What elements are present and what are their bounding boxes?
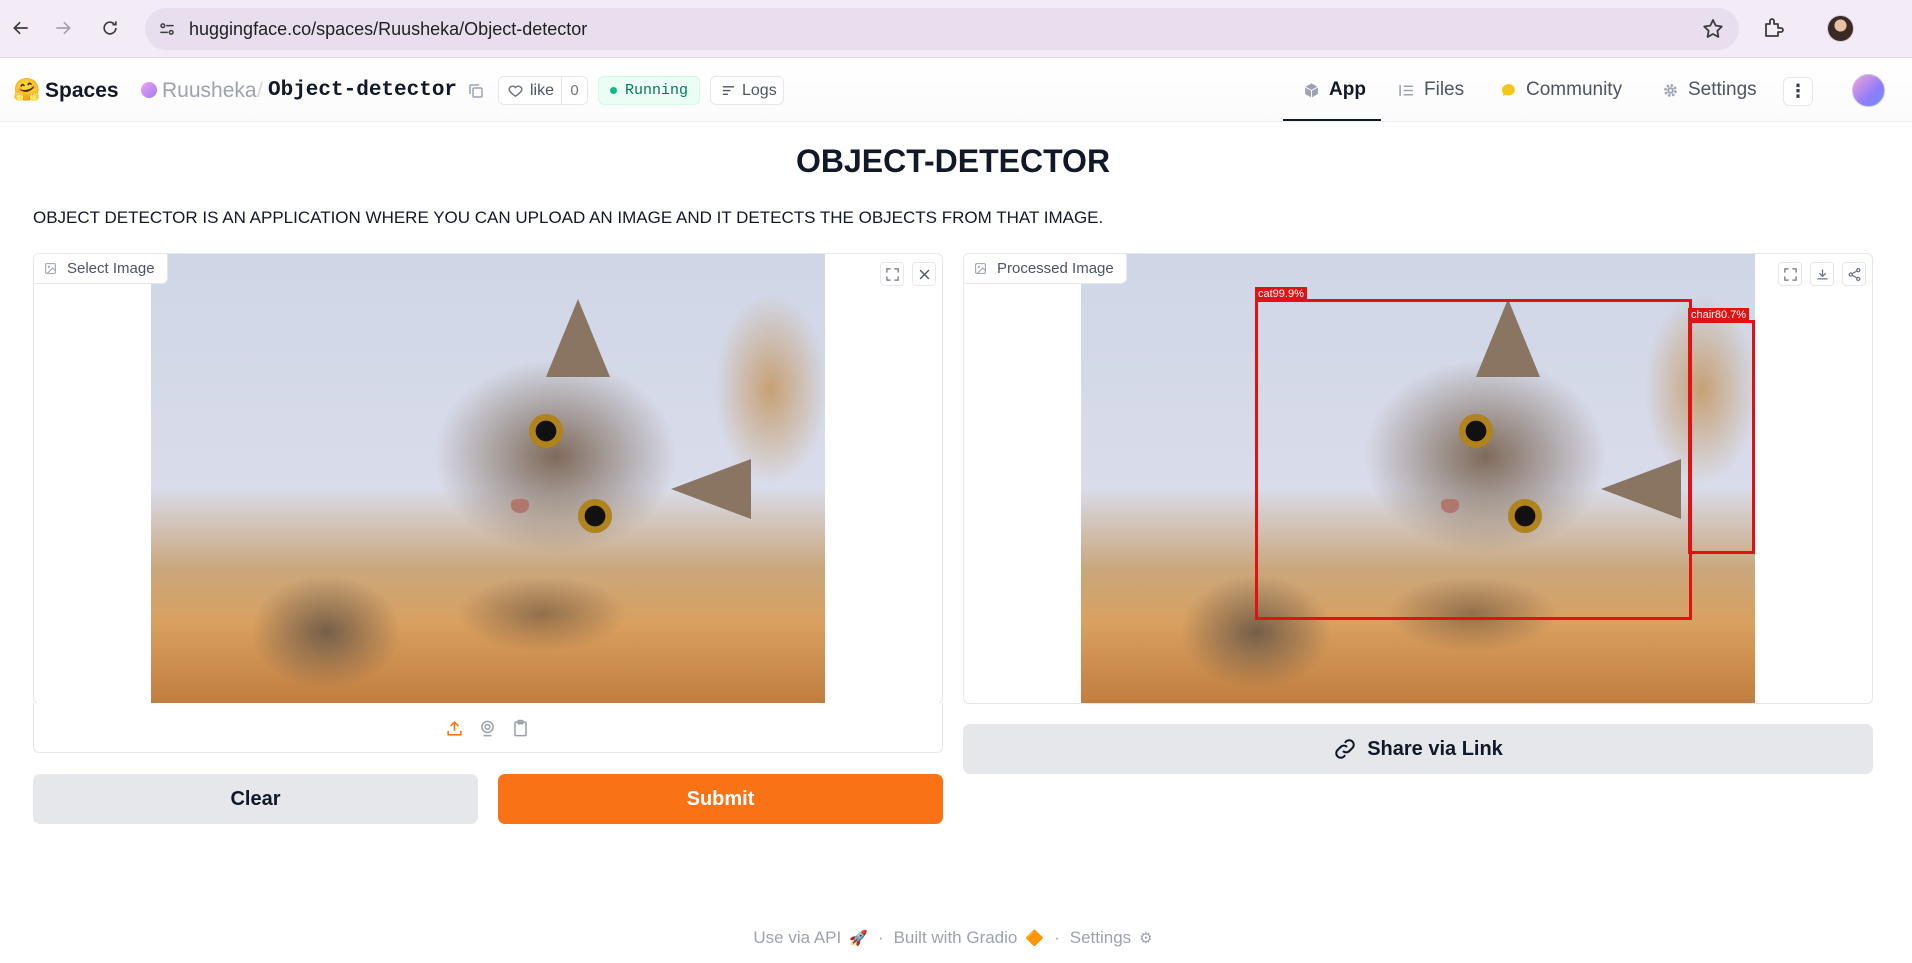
fullscreen-button[interactable] <box>880 262 904 286</box>
use-via-api-link[interactable]: Use via API <box>753 928 841 948</box>
input-image-label: Select Image <box>34 254 168 284</box>
rocket-icon: 🚀 <box>849 930 868 947</box>
webcam-icon <box>480 720 494 736</box>
reload-button[interactable] <box>95 13 125 43</box>
webcam-button[interactable] <box>477 718 497 738</box>
logs-icon <box>722 86 735 95</box>
bookmark-star-icon[interactable] <box>1701 17 1725 41</box>
logs-label: Logs <box>742 81 777 99</box>
input-image-panel[interactable]: Select Image <box>33 253 943 704</box>
output-image-panel: Processed Image cat99.9% chair80.7% <box>963 253 1873 704</box>
paste-clipboard-button[interactable] <box>510 718 530 738</box>
detection-box-chair: chair80.7% <box>1688 308 1755 554</box>
active-tab-indicator <box>1283 119 1381 121</box>
browser-profile-avatar[interactable] <box>1827 15 1854 42</box>
more-options-button[interactable]: ⋮ <box>1783 77 1813 106</box>
like-button[interactable]: like 0 <box>498 76 588 105</box>
spaces-link[interactable]: Spaces <box>45 79 119 103</box>
status-text: Running <box>625 82 689 99</box>
tab-community[interactable]: Community <box>1500 58 1622 122</box>
site-settings-icon[interactable] <box>155 17 179 41</box>
detection-label-cat: cat99.9% <box>1255 287 1307 301</box>
output-panel-tools <box>1778 262 1866 286</box>
heart-icon <box>508 85 523 97</box>
tab-files-label: Files <box>1424 79 1465 100</box>
copy-icon[interactable] <box>467 82 485 100</box>
upload-button[interactable] <box>444 718 464 738</box>
tab-files[interactable]: Files <box>1398 58 1464 122</box>
image-source-bar <box>33 703 943 753</box>
arrow-left-icon <box>13 21 28 35</box>
app-title: OBJECT-DETECTOR <box>795 143 1111 179</box>
share-via-link-button[interactable]: Share via Link <box>963 724 1873 774</box>
share-image-button[interactable] <box>1842 262 1866 286</box>
user-avatar[interactable] <box>1852 74 1885 107</box>
footer: Use via API 🚀 · Built with Gradio 🔶 · Se… <box>0 928 1906 948</box>
gear-icon: ⚙ <box>1139 930 1153 947</box>
status-badge[interactable]: Running <box>598 76 700 105</box>
like-count[interactable]: 0 <box>561 77 587 104</box>
detection-box-cat: cat99.9% <box>1255 287 1692 620</box>
footer-settings-link[interactable]: Settings <box>1070 928 1131 948</box>
output-image: cat99.9% chair80.7% <box>1081 254 1755 703</box>
tab-app[interactable]: App <box>1303 58 1366 122</box>
input-image <box>151 254 825 703</box>
upload-icon <box>446 720 462 736</box>
output-image-label: Processed Image <box>964 254 1127 284</box>
owner-link[interactable]: Ruusheka <box>162 79 257 103</box>
fullscreen-icon <box>1783 267 1797 281</box>
image-icon <box>975 263 986 274</box>
output-image-label-text: Processed Image <box>997 260 1114 277</box>
download-button[interactable] <box>1810 262 1834 286</box>
clear-image-button[interactable] <box>912 262 936 286</box>
cube-icon <box>1303 82 1320 99</box>
input-image-label-text: Select Image <box>67 260 155 277</box>
reload-icon <box>103 21 117 35</box>
footer-separator: · <box>1054 928 1060 947</box>
fullscreen-icon <box>885 267 899 281</box>
status-dot-icon <box>610 87 617 94</box>
address-bar[interactable]: huggingface.co/spaces/Ruusheka/Object-de… <box>145 8 1739 50</box>
browser-toolbar: huggingface.co/spaces/Ruusheka/Object-de… <box>0 0 1912 58</box>
tab-app-label: App <box>1329 79 1366 100</box>
clear-button[interactable]: Clear <box>33 774 478 824</box>
url-text[interactable]: huggingface.co/spaces/Ruusheka/Object-de… <box>189 19 587 40</box>
share-via-link-label: Share via Link <box>1367 737 1503 760</box>
extensions-icon[interactable] <box>1762 16 1786 40</box>
fullscreen-button[interactable] <box>1778 262 1802 286</box>
huggingface-logo-icon[interactable]: 🤗 <box>13 78 40 102</box>
detection-label-chair: chair80.7% <box>1688 308 1750 322</box>
path-separator: / <box>257 79 263 102</box>
link-icon <box>1335 739 1355 759</box>
owner-avatar <box>141 82 157 98</box>
like-label: like <box>530 81 555 99</box>
logs-button[interactable]: Logs <box>710 76 784 105</box>
forward-button[interactable] <box>48 13 78 43</box>
space-header: 🤗 Spaces Ruusheka / Object-detector like… <box>0 58 1912 122</box>
share-icon <box>1848 267 1860 281</box>
clipboard-icon <box>513 719 527 736</box>
arrow-right-icon <box>56 21 71 35</box>
app-description: OBJECT DETECTOR IS AN APPLICATION WHERE … <box>33 208 1104 227</box>
gradio-logo-icon: 🔶 <box>1025 930 1045 947</box>
footer-separator: · <box>877 928 884 947</box>
submit-button[interactable]: Submit <box>498 774 943 824</box>
gear-icon <box>1662 82 1679 99</box>
tab-community-label: Community <box>1526 79 1623 100</box>
input-panel-tools <box>880 262 936 286</box>
tab-settings[interactable]: Settings <box>1662 58 1757 122</box>
download-icon <box>1817 269 1827 279</box>
repo-name-link[interactable]: Object-detector <box>268 79 457 102</box>
image-icon <box>45 263 56 274</box>
tab-settings-label: Settings <box>1688 79 1757 100</box>
built-with-gradio-link[interactable]: Built with Gradio <box>894 928 1018 948</box>
community-icon <box>1500 82 1517 99</box>
back-button[interactable] <box>6 13 36 43</box>
close-icon <box>919 269 929 279</box>
files-icon <box>1398 82 1415 99</box>
